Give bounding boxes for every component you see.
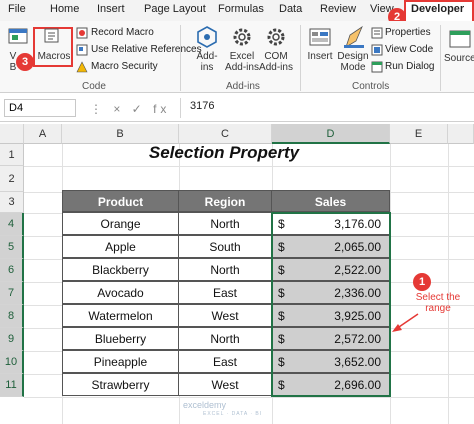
callout-badge-1: 1	[413, 273, 431, 291]
header-product: Product	[62, 190, 179, 212]
cell-product[interactable]: Orange	[62, 212, 179, 235]
source-icon	[449, 30, 471, 48]
source-label: Source	[444, 53, 474, 64]
macros-icon	[44, 28, 59, 43]
record-macro-icon	[76, 27, 88, 39]
ribbon: V B Macros 3 Record Macro Use Relative R…	[0, 21, 474, 93]
formula-input[interactable]: 3176	[190, 100, 214, 112]
tab-data[interactable]: Data	[279, 3, 302, 15]
cell-region[interactable]: East	[178, 281, 272, 304]
header-region: Region	[178, 190, 272, 212]
grid-line	[448, 144, 449, 424]
cell-region[interactable]: West	[178, 304, 272, 327]
watermark-tagline: EXCEL · DATA · BI	[203, 411, 263, 417]
cell-product[interactable]: Watermelon	[62, 304, 179, 327]
select-all-corner[interactable]	[0, 124, 24, 144]
sheet-title: Selection Property	[148, 143, 300, 162]
col-header-d[interactable]: D	[272, 124, 390, 144]
cell-product[interactable]: Strawberry	[62, 373, 179, 396]
record-macro-label: Record Macro	[91, 27, 154, 38]
ribbon-separator	[180, 25, 181, 91]
name-box[interactable]: D4	[4, 99, 76, 117]
row-header-9[interactable]: 9	[0, 328, 24, 351]
row-header-10[interactable]: 10	[0, 351, 24, 374]
row-header-7[interactable]: 7	[0, 282, 24, 305]
row-header-2[interactable]: 2	[0, 166, 24, 192]
cell-product[interactable]: Apple	[62, 235, 179, 258]
run-dialog-icon	[371, 61, 383, 73]
insert-control-label: Insert	[307, 51, 333, 62]
col-header-a[interactable]: A	[24, 124, 62, 144]
macro-security-label: Macro Security	[91, 61, 158, 72]
row-header-8[interactable]: 8	[0, 305, 24, 328]
ribbon-separator	[300, 25, 301, 91]
run-dialog-label: Run Dialog	[385, 61, 435, 72]
tab-file[interactable]: File	[8, 3, 26, 15]
cell-product[interactable]: Blueberry	[62, 327, 179, 350]
annotation-arrow-icon	[392, 313, 419, 332]
row-header-4[interactable]: 4	[0, 213, 24, 236]
cell-product[interactable]: Avocado	[62, 281, 179, 304]
col-header-e[interactable]: E	[390, 124, 448, 144]
properties-icon	[371, 27, 383, 39]
col-header-f[interactable]	[448, 124, 474, 144]
row-header-1[interactable]: 1	[0, 144, 24, 166]
col-header-b[interactable]: B	[62, 124, 179, 144]
view-code-label: View Code	[385, 44, 434, 55]
row-header-5[interactable]: 5	[0, 236, 24, 259]
com-add-ins-label: COM Add-ins	[259, 51, 293, 73]
design-mode-icon	[344, 25, 364, 48]
com-gear-icon	[267, 28, 285, 46]
formula-divider	[180, 98, 181, 118]
row-header-11[interactable]: 11	[0, 374, 24, 397]
watermark-logo: exceldemy	[183, 400, 227, 410]
cell-product[interactable]: Pineapple	[62, 350, 179, 373]
warning-icon	[76, 61, 88, 73]
tab-formulas[interactable]: Formulas	[218, 3, 264, 15]
gear-icon	[233, 28, 251, 46]
tab-review[interactable]: Review	[320, 3, 356, 15]
grid-line	[24, 166, 474, 167]
tab-insert[interactable]: Insert	[97, 3, 125, 15]
ribbon-separator	[440, 25, 441, 91]
cell-region[interactable]: North	[178, 258, 272, 281]
grid-line	[24, 397, 474, 398]
tab-page-layout[interactable]: Page Layout	[144, 3, 206, 15]
visual-basic-icon	[8, 28, 28, 44]
cell-region[interactable]: East	[178, 350, 272, 373]
toolbox-icon	[309, 28, 331, 46]
add-ins-group-label: Add-ins	[226, 81, 260, 92]
properties-label: Properties	[385, 27, 431, 38]
annotation-select-range: Select the range	[415, 292, 461, 314]
header-sales: Sales	[271, 190, 390, 212]
controls-group-label: Controls	[352, 81, 390, 92]
tab-home[interactable]: Home	[50, 3, 79, 15]
code-group-label: Code	[82, 81, 106, 92]
design-mode-label: Design Mode	[337, 51, 369, 73]
view-code-icon	[371, 44, 383, 56]
tab-developer[interactable]: Developer	[411, 3, 464, 15]
macros-label: Macros	[37, 51, 71, 62]
use-relative-references-label: Use Relative References	[91, 44, 202, 55]
col-header-c[interactable]: C	[179, 124, 272, 144]
add-ins-icon	[197, 26, 217, 48]
formula-buttons[interactable]: ⋮ × ✓ fx	[90, 102, 170, 116]
selection-range-outline	[271, 212, 391, 397]
cell-product[interactable]: Blackberry	[62, 258, 179, 281]
formula-bar: D4 ⋮ × ✓ fx 3176	[0, 94, 474, 122]
add-ins-label: Add- ins	[196, 51, 218, 73]
cell-region[interactable]: West	[178, 373, 272, 396]
cell-region[interactable]: North	[178, 212, 272, 235]
cell-region[interactable]: North	[178, 327, 272, 350]
row-header-3[interactable]: 3	[0, 192, 24, 213]
callout-badge-3: 3	[16, 53, 34, 71]
cell-region[interactable]: South	[178, 235, 272, 258]
relative-references-icon	[76, 44, 88, 56]
row-header-6[interactable]: 6	[0, 259, 24, 282]
excel-add-ins-label: Excel Add-ins	[225, 51, 259, 73]
